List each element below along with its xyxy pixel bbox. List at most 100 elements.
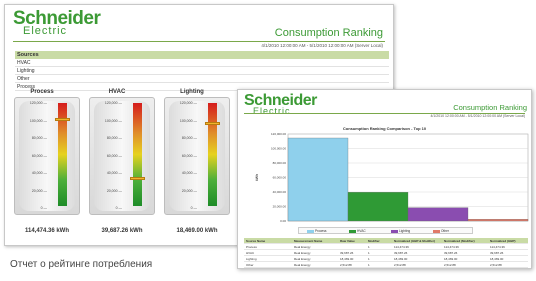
legend-label: Other <box>441 229 449 233</box>
chart-legend: Process HVAC Lighting Other <box>298 227 473 234</box>
gauge-tick-label: 60,000 — <box>106 153 122 158</box>
header-divider <box>13 41 385 42</box>
table-header-cell: Normalized (GBP & Modifier) <box>394 239 435 243</box>
gauge-value-lighting: 18,469.00 kWh <box>176 228 218 234</box>
consumption-table: Source Name Measurement Name Raw Value Modi… <box>244 238 528 268</box>
gauge-tick-label: 100,000 — <box>179 118 197 123</box>
legend-label: Lighting <box>399 229 411 233</box>
table-cell: 39,687.26 <box>340 251 354 255</box>
table-cell: 2,512.88 <box>340 263 352 267</box>
gauge-tick-label: 120,000 — <box>179 101 197 105</box>
gauge-tick-label: 40,000 — <box>106 171 122 175</box>
gauge-title-hvac: HVAC <box>108 89 126 95</box>
gauge-tick-label: 60,000 — <box>181 153 197 158</box>
table-cell: 18,469.00 <box>444 257 458 261</box>
table-cell: 114,474.36 <box>490 245 505 249</box>
gauge-tick-label: 100,000 — <box>104 118 122 123</box>
gauge-tick-label: 40,000 — <box>31 171 47 175</box>
gauge-level-marker <box>130 176 145 180</box>
gauge-tick-label: 60,000 — <box>31 153 47 158</box>
table-cell: Other <box>246 263 254 267</box>
y-tick-label: 40,000.00 <box>273 190 287 194</box>
gauge-level-marker <box>205 121 220 125</box>
gauge-tick-label: 20,000 — <box>181 188 197 193</box>
table-cell: 1 <box>368 245 370 249</box>
table-cell: 2,512.88 <box>444 263 456 267</box>
table-cell: Real Energy <box>294 257 311 261</box>
table-cell: 114,474.36 <box>444 245 459 249</box>
gauge-hvac: 120,000 — 100,000 — 80,000 — 60,000 — 40,000… <box>89 97 155 215</box>
gauge-tick-labels: 120,000 — 100,000 — 80,000 — 60,000 — 40,000… <box>19 101 47 210</box>
report-date-range: 4/1/2010 12:00:00 AM - 5/1/2010 12:00:00… <box>430 114 525 118</box>
table-cell: 18,469.00 <box>340 257 354 261</box>
source-row: Other <box>15 75 389 83</box>
table-cell: HVAC <box>246 251 255 255</box>
legend-label: Process <box>315 229 327 233</box>
sources-list: Sources HVAC Lighting Other Process <box>15 51 389 91</box>
legend-swatch <box>349 229 356 233</box>
gauge-tick-label: 0 — <box>190 206 197 210</box>
y-tick-label: 60,000.00 <box>273 176 287 180</box>
legend-swatch <box>433 229 440 233</box>
consumption-bar-chart: 120,000.00 100,000.00 80,000.00 60,000.00 40… <box>255 132 529 223</box>
schneider-logo: Schneider Electric <box>13 8 101 37</box>
legend-label: HVAC <box>357 229 366 233</box>
table-header-cell: Raw Value <box>340 239 355 243</box>
table-cell: 39,687.26 <box>490 251 504 255</box>
gauge-tick-labels: 120,000 — 100,000 — 80,000 — 60,000 — 40,000… <box>94 101 122 210</box>
gauge-tick-label: 100,000 — <box>29 118 47 123</box>
table-cell: Lighting <box>246 257 257 261</box>
gauge-tick-label: 120,000 — <box>29 101 47 105</box>
table-cell: 1 <box>368 263 370 267</box>
table-cell: Real Energy <box>294 263 311 267</box>
table-cell: 2,512.88 <box>490 263 502 267</box>
table-cell: 114,474.36 <box>394 245 409 249</box>
table-header-cell: Normalized (GBP) <box>490 239 516 243</box>
gauge-tick-label: 20,000 — <box>106 188 122 193</box>
gauge-tick-label: 80,000 — <box>106 136 122 140</box>
source-row: HVAC <box>15 59 389 67</box>
gauge-level-marker <box>55 117 70 121</box>
table-cell: 1 <box>368 257 370 261</box>
legend-item: Other <box>433 229 449 233</box>
y-tick-label: 80,000.00 <box>273 161 287 165</box>
table-cell: 1 <box>368 251 370 255</box>
table-cell: Process <box>246 245 257 249</box>
legend-swatch <box>391 229 398 233</box>
y-tick-label: 0.00 <box>280 219 286 223</box>
gauge-color-bar <box>208 103 217 206</box>
table-row: Other Real Energy 2,512.88 1 2,512.88 2,512.8… <box>244 262 528 268</box>
y-tick-label: 120,000.00 <box>271 132 286 136</box>
gauge-tick-label: 20,000 — <box>31 188 47 193</box>
table-header-cell: Normalized (Modifier) <box>444 239 475 243</box>
bar-other <box>467 219 529 222</box>
table-cell: 18,469.00 <box>394 257 408 261</box>
table-header-cell: Modifier <box>368 239 380 243</box>
gauge-tick-label: 40,000 — <box>181 171 197 175</box>
legend-item: Process <box>307 229 327 233</box>
source-row: Lighting <box>15 67 389 75</box>
y-tick-label: 20,000.00 <box>273 205 287 209</box>
gauge-title-process: Process <box>30 89 54 95</box>
table-cell: Real Energy <box>294 251 311 255</box>
gauge-tick-label: 0 — <box>40 206 47 210</box>
gauge-tick-label: 80,000 — <box>31 136 47 140</box>
sources-header: Sources <box>15 51 389 59</box>
table-cell: 39,687.26 <box>394 251 408 255</box>
legend-swatch <box>307 229 314 233</box>
legend-item: HVAC <box>349 229 366 233</box>
gauge-tick-label: 80,000 — <box>181 136 197 140</box>
table-cell: 2,512.88 <box>394 263 406 267</box>
gauge-tick-labels: 120,000 — 100,000 — 80,000 — 60,000 — 40,000… <box>169 101 197 210</box>
gauge-color-bar <box>133 103 142 206</box>
table-cell: Real Energy <box>294 245 311 249</box>
gauge-tick-label: 0 — <box>115 206 122 210</box>
gauge-tick-label: 120,000 — <box>104 101 122 105</box>
table-header-cell: Measurement Name <box>294 239 323 243</box>
chart-report-page: Schneider Electric Consumption Ranking 4… <box>237 89 532 269</box>
report-title: Consumption Ranking <box>274 27 383 39</box>
gauge-value-process: 114,474.36 kWh <box>24 228 70 234</box>
gauge-lighting: 120,000 — 100,000 — 80,000 — 60,000 — 40,000… <box>164 97 230 215</box>
image-caption: Отчет о рейтинге потребления <box>10 259 153 270</box>
legend-item: Lighting <box>391 229 410 233</box>
